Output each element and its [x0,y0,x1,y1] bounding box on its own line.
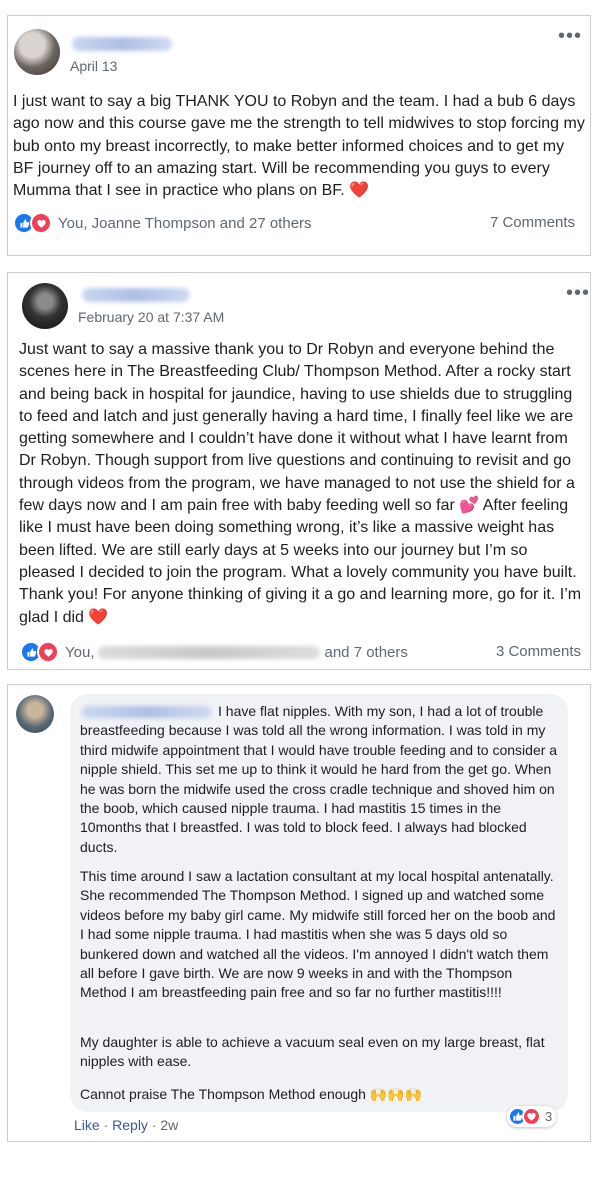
comment-reaction-summary[interactable]: 3 [507,1106,557,1127]
reaction-count: 3 [545,1109,553,1124]
author-avatar[interactable] [22,283,68,329]
love-reaction-icon [30,212,52,234]
raising-hands-emoji: 🙌🙌🙌 [369,1086,423,1102]
more-options-icon[interactable]: ••• [566,283,590,303]
reaction-summary[interactable]: You, Joanne Thompson and 27 others [13,212,312,234]
comment-timestamp[interactable]: 2w [160,1117,178,1133]
reaction-names-prefix: You, [65,643,95,661]
comment-bubble: I have flat nipples. With my son, I had … [70,694,568,1112]
reaction-summary[interactable]: You, and 7 others [20,641,408,663]
post-date[interactable]: April 13 [70,58,117,74]
two-hearts-emoji: 💕 [459,497,480,515]
reply-link[interactable]: Reply [112,1117,148,1133]
heart-emoji: ❤️ [349,182,370,200]
reaction-names: You, Joanne Thompson and 27 others [58,214,312,232]
comments-count[interactable]: 3 Comments [496,643,581,660]
heart-emoji: ❤️ [88,608,109,626]
love-reaction-icon [522,1107,541,1126]
author-avatar[interactable] [14,29,60,75]
commenter-avatar[interactable] [16,695,54,733]
post-date[interactable]: February 20 at 7:37 AM [78,309,224,325]
love-reaction-icon [37,641,59,663]
author-name-redacted[interactable] [82,288,190,302]
comment-paragraph-1: I have flat nipples. With my son, I had … [80,703,558,855]
post-card-2: February 20 at 7:37 AM ••• Just want to … [7,272,591,670]
post-text: Just want to say a massive thank you to … [19,339,586,629]
more-options-icon[interactable]: ••• [558,26,582,46]
post-card-1: April 13 ••• I just want to say a big TH… [7,15,591,256]
post-text: I just want to say a big THANK YOU to Ro… [13,91,585,202]
comment-paragraph-2: This time around I saw a lactation consu… [80,868,556,1001]
comment-actions: Like · Reply · 2w [74,1117,179,1133]
like-link[interactable]: Like [74,1117,100,1133]
comment-paragraph-3: My daughter is able to achieve a vacuum … [80,1034,545,1070]
comments-count[interactable]: 7 Comments [490,214,575,231]
author-name-redacted[interactable] [72,37,172,51]
comment-paragraph-4: Cannot praise The Thompson Method enough… [80,1085,558,1104]
reaction-names-redacted [98,645,321,659]
comment-card: I have flat nipples. With my son, I had … [7,684,591,1142]
reaction-names-suffix: and 7 others [324,643,408,661]
